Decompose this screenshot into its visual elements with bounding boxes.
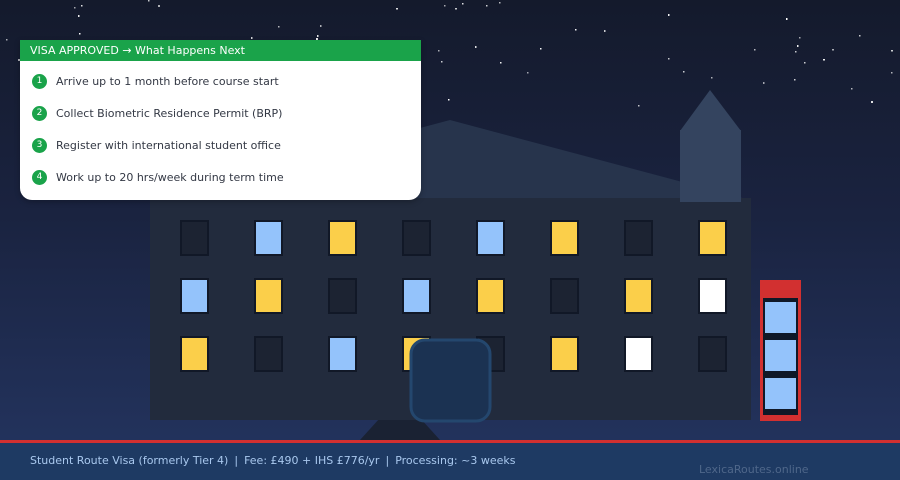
star	[455, 8, 457, 10]
window-dark	[328, 278, 357, 314]
step-number-badge: 2	[32, 105, 47, 121]
route-name: Student Route Visa (formerly Tier 4)	[30, 454, 229, 467]
star	[823, 59, 825, 61]
window-white	[624, 336, 653, 372]
star	[638, 105, 640, 107]
star	[683, 71, 685, 73]
window-dark	[254, 336, 283, 372]
star	[79, 33, 81, 35]
star	[278, 26, 280, 28]
star	[891, 50, 893, 52]
star	[444, 5, 446, 7]
window-yellow	[254, 278, 283, 314]
star	[317, 35, 319, 37]
step-number-badge: 4	[32, 169, 47, 185]
star	[78, 15, 80, 17]
site-watermark: LexicaRoutes.online	[699, 463, 809, 476]
phone-box-pane	[765, 378, 796, 409]
star	[486, 5, 488, 7]
star	[668, 14, 670, 16]
star	[668, 58, 670, 60]
window-yellow	[180, 336, 209, 372]
star	[441, 61, 443, 63]
window-dark	[624, 220, 653, 256]
star	[148, 0, 150, 2]
building-door	[409, 338, 492, 423]
star	[575, 29, 577, 31]
visa-info-line: Student Route Visa (formerly Tier 4) | Fee…	[30, 454, 515, 467]
star	[711, 77, 713, 79]
tower	[680, 130, 741, 202]
star	[6, 39, 8, 41]
star	[799, 37, 801, 39]
window-blue	[180, 278, 209, 314]
star	[804, 62, 806, 64]
step-text: Work up to 20 hrs/week during term time	[56, 170, 284, 184]
star	[158, 5, 160, 7]
star	[540, 48, 542, 50]
star	[859, 35, 861, 37]
window-blue	[254, 220, 283, 256]
window-dark	[550, 278, 579, 314]
window-yellow	[476, 278, 505, 314]
panel-title: VISA APPROVED → What Happens Next	[20, 40, 421, 61]
window-blue	[402, 278, 431, 314]
star	[795, 51, 797, 53]
separator: |	[234, 454, 239, 467]
star	[396, 8, 398, 10]
step-item: 1 Arrive up to 1 month before course sta…	[32, 72, 279, 90]
star	[81, 5, 83, 7]
step-item: 2 Collect Biometric Residence Permit (BR…	[32, 104, 282, 122]
window-blue	[476, 220, 505, 256]
step-text: Collect Biometric Residence Permit (BRP)	[56, 106, 283, 120]
star	[462, 3, 464, 5]
star	[754, 49, 756, 51]
star	[320, 25, 322, 27]
window-yellow	[698, 220, 727, 256]
star	[832, 49, 834, 51]
window-yellow	[550, 336, 579, 372]
phone-box-pane	[765, 340, 796, 371]
phone-box	[760, 280, 801, 421]
processing-time: Processing: ~3 weeks	[395, 454, 516, 467]
star	[527, 72, 529, 74]
step-item: 3 Register with international student of…	[32, 136, 281, 154]
star	[763, 82, 765, 84]
window-white	[698, 278, 727, 314]
window-yellow	[328, 220, 357, 256]
window-yellow	[624, 278, 653, 314]
star	[871, 101, 873, 103]
star	[251, 37, 253, 39]
window-dark	[402, 220, 431, 256]
star	[499, 2, 501, 4]
step-text: Register with international student offi…	[56, 138, 281, 152]
star	[794, 79, 796, 81]
separator: |	[385, 454, 390, 467]
star	[797, 45, 799, 47]
star	[500, 62, 502, 64]
star	[891, 72, 893, 74]
star	[475, 46, 477, 48]
star	[786, 18, 788, 20]
window-yellow	[550, 220, 579, 256]
step-number-badge: 1	[32, 73, 47, 89]
step-number-badge: 3	[32, 137, 47, 153]
tower-roof	[680, 90, 741, 131]
step-item: 4 Work up to 20 hrs/week during term tim…	[32, 168, 284, 186]
step-text: Arrive up to 1 month before course start	[56, 74, 279, 88]
visa-next-steps-panel: VISA APPROVED → What Happens Next 1 Arri…	[20, 40, 421, 200]
visa-fee: Fee: £490 + IHS £776/yr	[244, 454, 380, 467]
window-blue	[328, 336, 357, 372]
star	[74, 7, 76, 9]
star	[851, 88, 853, 90]
star	[438, 50, 440, 52]
window-dark	[698, 336, 727, 372]
phone-box-pane	[765, 302, 796, 333]
star	[604, 30, 606, 32]
star	[448, 99, 450, 101]
window-dark	[180, 220, 209, 256]
footer-bar: Student Route Visa (formerly Tier 4) | Fee…	[0, 440, 900, 480]
